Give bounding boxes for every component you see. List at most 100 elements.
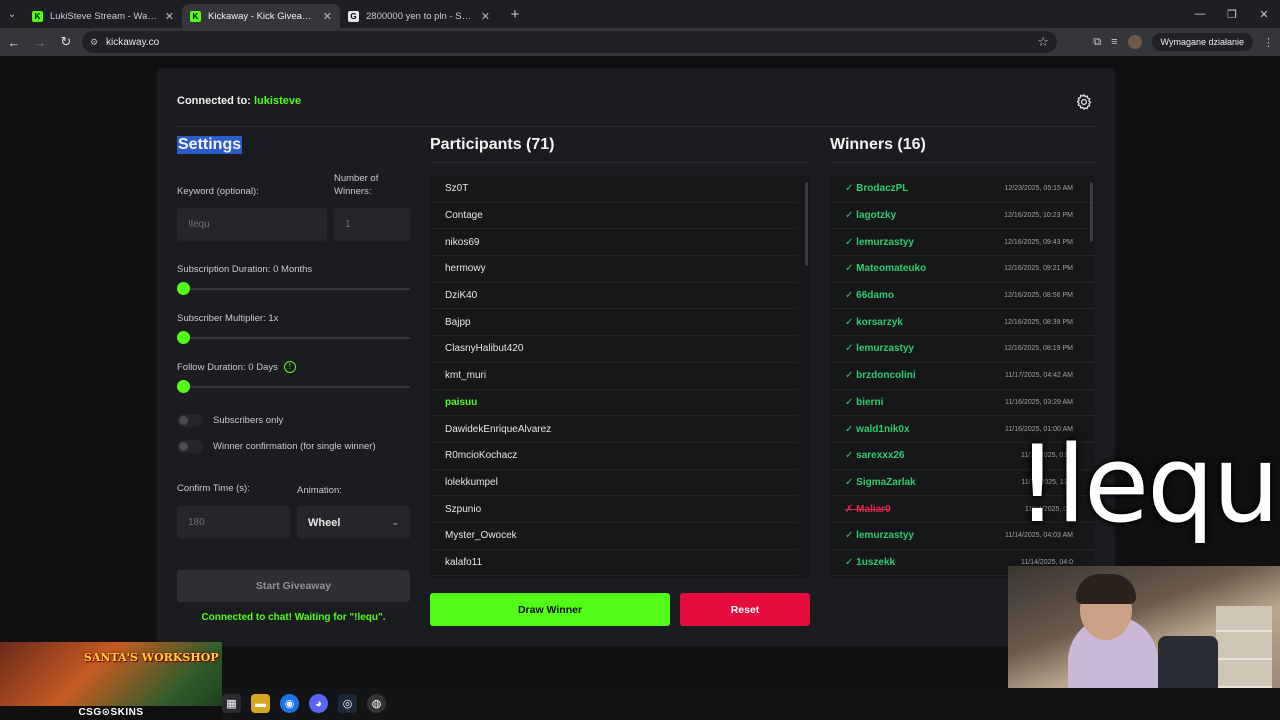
profile-avatar[interactable]	[1127, 35, 1142, 49]
winner-username: korsarzyk	[856, 316, 903, 328]
sub-multiplier-slider[interactable]	[177, 337, 410, 339]
winner-row[interactable]: ✓ lagotzky 12/16/2025, 10:23 PM	[830, 203, 1095, 230]
browser-tab[interactable]: G 2800000 yen to pln - Szukaj w G ✕	[340, 4, 498, 28]
new-tab-icon[interactable]: +	[504, 3, 526, 25]
winner-row[interactable]: ✓ bierni 11/16/2025, 03:29 AM	[830, 390, 1095, 417]
tab-strip: ⌄ K LukiSteve Stream - Watch Live o ✕ K Kick…	[0, 0, 1280, 28]
forward-icon[interactable]: →	[28, 30, 52, 54]
tabs-container: K LukiSteve Stream - Watch Live o ✕ K Kickaw…	[24, 0, 498, 28]
minimize-icon[interactable]: —	[1184, 0, 1216, 28]
back-icon[interactable]: ←	[2, 30, 26, 54]
check-icon: ✓	[845, 210, 854, 222]
winner-name: ✓ wald1nik0x	[845, 424, 910, 435]
follow-duration-label: Follow Duration: 0 Days	[177, 362, 278, 373]
participant-row[interactable]: DziK40	[430, 283, 798, 310]
confirm-time-input[interactable]: 180	[177, 506, 290, 539]
app-icon[interactable]: ▦	[222, 694, 241, 713]
participant-row[interactable]: hermowy	[430, 256, 798, 283]
participant-row[interactable]: ClasnyHalibut420	[430, 336, 798, 363]
follow-duration-row: Follow Duration: 0 Days!	[177, 361, 296, 374]
keyword-input[interactable]: !lequ	[177, 208, 327, 241]
sub-multiplier-label: Subscriber Multiplier: 1x	[177, 313, 279, 324]
connected-prefix: Connected to:	[177, 95, 254, 107]
participant-row[interactable]: kmt_muri	[430, 363, 798, 390]
subscribers-only-toggle[interactable]	[177, 414, 203, 427]
winner-row[interactable]: ✓ brzdoncolini 11/17/2025, 04:42 AM	[830, 363, 1095, 390]
participant-row[interactable]: Bajpp	[430, 309, 798, 337]
start-giveaway-button[interactable]: Start Giveaway	[177, 570, 410, 602]
discord-icon[interactable]: ◕	[309, 694, 328, 713]
steam-icon[interactable]: ◎	[338, 694, 357, 713]
chrome-icon[interactable]: ◉	[280, 694, 299, 713]
winner-row[interactable]: ✓ korsarzyk 12/16/2025, 08:39 PM	[830, 309, 1095, 337]
browser-tab[interactable]: K LukiSteve Stream - Watch Live o ✕	[24, 4, 182, 28]
winner-row[interactable]: ✓ 66damo 12/16/2025, 08:56 PM	[830, 283, 1095, 310]
winner-row[interactable]: ✓ BrodaczPL 12/23/2025, 05:15 AM	[830, 176, 1095, 203]
participant-row[interactable]: DawidekEnriqueAlvarez	[430, 416, 798, 443]
obs-icon[interactable]: ◍	[367, 694, 386, 713]
winners-count-input[interactable]: 1	[334, 208, 410, 241]
keyword-label: Keyword (optional):	[177, 186, 259, 197]
sub-multiplier-knob[interactable]	[177, 331, 190, 344]
winner-row[interactable]: ✓ Mateomateuko 12/16/2025, 09:21 PM	[830, 256, 1095, 283]
participants-scrollbar[interactable]	[805, 182, 808, 266]
check-icon: ✓	[845, 556, 854, 568]
winner-name: ✗ Maliar0	[845, 504, 891, 515]
participant-row[interactable]: R0mcioKochacz	[430, 443, 798, 470]
participant-row[interactable]: kalafo11	[430, 550, 798, 577]
tab-search-icon[interactable]: ⌄	[0, 0, 24, 28]
winner-username: lemurzastyy	[856, 530, 914, 542]
address-bar[interactable]: ⚙ kickaway.co ☆	[82, 31, 1057, 53]
tab-close-icon[interactable]: ✕	[323, 10, 332, 23]
participant-row[interactable]: Myster_Owocek	[430, 523, 798, 550]
tab-close-icon[interactable]: ✕	[481, 10, 490, 23]
site-info-icon[interactable]: ⚙	[90, 37, 100, 47]
folder-icon[interactable]: ▬	[251, 694, 270, 713]
sub-duration-slider[interactable]	[177, 288, 410, 290]
participants-list[interactable]: Sz0T Contage nikos69 hermowy DziK40 Bajpp Clas…	[430, 176, 810, 578]
close-window-icon[interactable]: ✕	[1248, 0, 1280, 28]
winners-scrollbar[interactable]	[1090, 182, 1093, 242]
winner-name: ✓ brzdoncolini	[845, 370, 916, 381]
winner-date: 12/16/2025, 08:19 PM	[1004, 345, 1073, 353]
stream-overlay-keyword: !lequ	[1016, 423, 1280, 546]
participant-row[interactable]: nikos69	[430, 229, 798, 257]
browser-tab[interactable]: K Kickaway - Kick Giveaway Tool ✕	[182, 4, 340, 28]
extension-icon[interactable]: ⧉	[1093, 36, 1101, 49]
draw-winner-button[interactable]: Draw Winner	[430, 593, 670, 626]
winner-row[interactable]: ✓ lemurzastyy 12/16/2025, 09:43 PM	[830, 229, 1095, 257]
chat-status-text: Connected to chat! Waiting for "!lequ".	[201, 612, 386, 623]
sub-duration-knob[interactable]	[177, 282, 190, 295]
check-icon: ✓	[845, 476, 854, 488]
winners-title: Winners (16)	[830, 136, 926, 153]
participant-row[interactable]: Szpunio	[430, 496, 798, 523]
follow-duration-knob[interactable]	[177, 380, 190, 393]
bookmark-star-icon[interactable]: ☆	[1037, 34, 1049, 50]
gear-icon[interactable]	[1075, 93, 1093, 111]
reload-icon[interactable]: ↻	[54, 30, 78, 54]
participant-row[interactable]: lolekkumpel	[430, 470, 798, 497]
reset-button[interactable]: Reset	[680, 593, 810, 626]
menu-icon[interactable]: ⋮	[1263, 36, 1274, 49]
winner-confirm-toggle[interactable]	[177, 440, 203, 453]
participant-row[interactable]: paisuu	[430, 390, 798, 417]
check-icon: ✓	[845, 290, 854, 302]
info-icon[interactable]: !	[283, 361, 296, 374]
tab-label: Kickaway - Kick Giveaway Tool	[208, 10, 317, 22]
winner-name: ✓ BrodaczPL	[845, 183, 908, 194]
tab-close-icon[interactable]: ✕	[165, 10, 174, 23]
winner-name: ✓ lemurzastyy	[845, 530, 914, 541]
winner-row[interactable]: ✓ lemurzastyy 12/16/2025, 08:19 PM	[830, 336, 1095, 363]
action-required-button[interactable]: Wymagane działanie	[1151, 33, 1253, 51]
tab-label: 2800000 yen to pln - Szukaj w G	[366, 10, 475, 22]
winner-name: ✓ SigmaZarlak	[845, 477, 916, 488]
participant-row[interactable]: Contage	[430, 203, 798, 230]
participant-row[interactable]: Sz0T	[430, 176, 798, 203]
media-icon[interactable]: ≡	[1111, 36, 1117, 48]
connection-status: Connected to: lukisteve	[177, 95, 301, 107]
follow-duration-slider[interactable]	[177, 386, 410, 388]
restore-icon[interactable]: ❐	[1216, 0, 1248, 28]
header-divider	[177, 126, 1095, 127]
animation-select[interactable]: Wheel ⌄	[297, 506, 410, 539]
winner-username: Maliar0	[856, 503, 891, 515]
